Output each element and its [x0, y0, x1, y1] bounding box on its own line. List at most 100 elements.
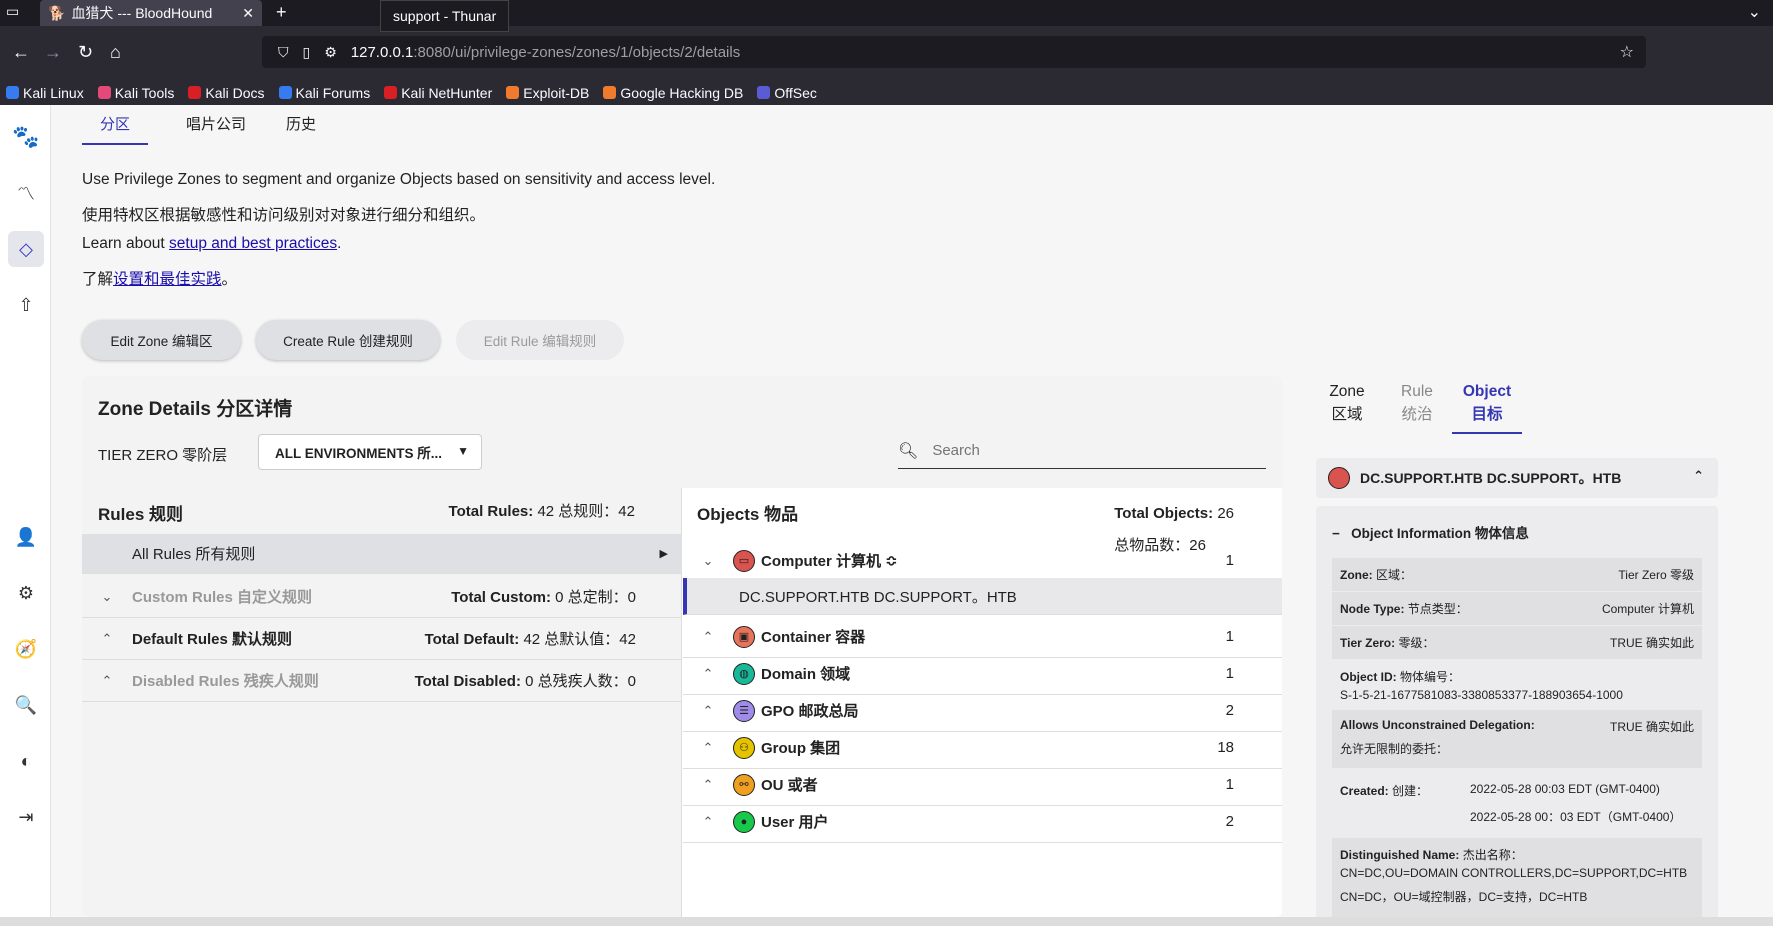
bloodhound-logo-icon[interactable]: 🐾 [8, 119, 44, 155]
tab-history[interactable]: 历史 [284, 105, 318, 145]
list-all-tabs-icon[interactable]: ▭ [6, 3, 19, 20]
bookmark-favicon-icon [506, 86, 520, 99]
selected-object-row[interactable]: DC.SUPPORT.HTB DC.SUPPORT。HTB [683, 578, 1282, 615]
object-type-row[interactable]: ⌃ ☰ GPO 邮政总局 2 [683, 690, 1282, 732]
all-rules-row[interactable]: All Rules 所有规则 ▶ [82, 534, 682, 574]
object-type-row[interactable]: ⌃ ◍ Domain 领域 1 [683, 653, 1282, 695]
environment-select[interactable]: ALL ENVIRONMENTS 所... ▼ [258, 434, 482, 470]
browser-tab-bar: ▭ 🐕 血猎犬 --- BloodHound ✕ + ⌄ [0, 0, 1773, 26]
chevron-up-icon[interactable]: ⌃ [82, 673, 132, 689]
compass-icon[interactable]: 🧭 [8, 631, 44, 667]
create-rule-button[interactable]: Create Rule 创建规则 [256, 320, 440, 360]
edit-zone-button[interactable]: Edit Zone 编辑区 [82, 320, 241, 360]
setup-best-practices-link[interactable]: setup and best practices [169, 235, 337, 252]
profile-icon[interactable]: 👤 [8, 519, 44, 555]
bookmark-item[interactable]: Kali Forums [278, 85, 370, 101]
bookmark-item[interactable]: Kali Docs [188, 85, 265, 101]
back-arrow-icon[interactable]: ← [12, 42, 30, 63]
bookmark-item[interactable]: Google Hacking DB [603, 85, 743, 101]
learn-about-prefix: Learn about [82, 235, 170, 252]
chevron-up-icon[interactable]: ⌃ [683, 814, 733, 830]
rules-panel: Rules 规则 Total Rules: 42 总规则：42 All Rule… [82, 488, 682, 917]
search-icon: 🔍︎ [898, 442, 919, 460]
bookmark-item[interactable]: Kali Tools [97, 85, 174, 101]
window-tooltip: support - Thunar [380, 0, 510, 32]
learn-about-cn: 了解设置和最佳实践。 [82, 267, 237, 289]
setup-best-practices-link-cn[interactable]: 设置和最佳实践 [113, 271, 222, 288]
reload-icon[interactable]: ↻ [78, 42, 93, 63]
search-input[interactable] [932, 442, 1233, 459]
object-information-header[interactable]: − Object Information 物体信息 [1332, 522, 1529, 542]
upload-icon[interactable]: ⇧ [8, 287, 44, 323]
privilege-zones-gem-icon[interactable]: ◇ [8, 231, 44, 267]
forward-arrow-icon[interactable]: → [44, 42, 62, 63]
selected-object-header[interactable]: DC.SUPPORT.HTB DC.SUPPORT。HTB ⌃ [1316, 458, 1718, 498]
learn-about-en: Learn about setup and best practices. [82, 235, 341, 253]
tab-labels[interactable]: 唱片公司 [184, 105, 248, 145]
bookmark-item[interactable]: OffSec [757, 85, 817, 101]
custom-rules-row[interactable]: ⌄ Custom Rules 自定义规则 Total Custom: 0 总定制… [82, 576, 682, 618]
browser-tab-active[interactable]: 🐕 血猎犬 --- BloodHound ✕ [40, 0, 262, 26]
chevron-down-icon[interactable]: ⌄ [1748, 2, 1761, 22]
zone-key-cn: 区域： [1376, 568, 1413, 582]
user-settings-icon[interactable]: ⚙ [8, 575, 44, 611]
close-tab-icon[interactable]: ✕ [242, 5, 254, 22]
object-id-key: Object ID: [1340, 670, 1397, 684]
home-icon[interactable]: ⌂ [110, 42, 121, 63]
tab-rule[interactable]: Rule 统治 [1382, 380, 1452, 434]
disabled-count-value: 0 总残疾人数：0 [525, 673, 636, 690]
chevron-up-icon[interactable]: ⌃ [683, 629, 733, 645]
chevron-up-icon[interactable]: ⌃ [683, 666, 733, 682]
object-type-count: 18 [1217, 739, 1234, 756]
tab-zone[interactable]: Zone 区域 [1312, 380, 1382, 434]
edit-rule-button[interactable]: Edit Rule 编辑规则 [456, 320, 624, 360]
bookmark-favicon-icon [188, 86, 202, 99]
object-type-row[interactable]: ⌃ ⚯ OU 或者 1 [683, 764, 1282, 806]
bookmark-favicon-icon [278, 86, 292, 99]
bookmark-item[interactable]: Kali NetHunter [384, 85, 492, 101]
tier-zero-field: Tier Zero: 零级： TRUE 确实如此 [1332, 626, 1702, 659]
collapse-up-icon[interactable]: ⌃ [1693, 468, 1704, 484]
custom-count-value: 0 总定制：0 [555, 589, 636, 606]
object-type-count: 2 [1225, 702, 1234, 719]
bookmark-label: Kali NetHunter [401, 84, 493, 101]
search-doc-icon[interactable]: 🔍 [8, 687, 44, 723]
tab-object[interactable]: Object 目标 [1452, 380, 1522, 434]
tab-zones[interactable]: 分区 [82, 105, 149, 145]
rules-total-label: Total Rules: [448, 503, 534, 520]
chevron-down-icon[interactable]: ⌄ [683, 553, 733, 569]
shield-icon[interactable]: ⛉ [278, 44, 289, 61]
tier-zero-key-cn: 零级： [1398, 636, 1435, 650]
disabled-rules-row[interactable]: ⌃ Disabled Rules 残疾人规则 Total Disabled: 0… [82, 660, 682, 702]
object-search[interactable]: 🔍︎ [898, 433, 1266, 469]
logout-icon[interactable]: ⇥ [8, 799, 44, 835]
chevron-up-icon[interactable]: ⌃ [82, 631, 132, 647]
app-sidebar: 🐾 〽 ◇ ⇧ 👤 ⚙ 🧭 🔍 ◐ ⇥ [0, 105, 51, 917]
url-bar[interactable]: ⛉ ▯ ⚙ 127.0.0.1:8080/ui/privilege-zones/… [262, 36, 1646, 68]
org-icon: ⚯ [733, 773, 755, 796]
chevron-up-icon[interactable]: ⌃ [683, 703, 733, 719]
bookmark-favicon-icon [757, 86, 771, 99]
bookmark-star-icon[interactable]: ☆ [1620, 42, 1634, 62]
object-type-row[interactable]: ⌃ ⚇ Group 集团 18 [683, 727, 1282, 769]
default-rules-row[interactable]: ⌃ Default Rules 默认规则 Total Default: 42 总… [82, 618, 682, 660]
computer-icon [1328, 467, 1350, 489]
dark-mode-icon[interactable]: ◐ [8, 743, 44, 779]
permissions-icon[interactable]: ⚙ [324, 44, 337, 61]
chevron-up-icon[interactable]: ⌃ [683, 777, 733, 793]
bookmark-item[interactable]: Kali Linux [6, 85, 84, 101]
object-type-row[interactable]: ⌃ ▣ Container 容器 1 [683, 616, 1282, 658]
bookmark-favicon-icon [97, 86, 111, 99]
object-type-row[interactable]: ⌃ ● User 用户 2 [683, 801, 1282, 843]
chevron-down-icon[interactable]: ⌄ [82, 589, 132, 605]
new-tab-icon[interactable]: + [276, 2, 287, 23]
object-type-count: 1 [1225, 665, 1234, 682]
object-type-row[interactable]: ⌄ ▭ Computer 计算机 ≎ 1 [683, 540, 1282, 582]
object-type-label: Domain 领域 [761, 666, 851, 683]
tab-zone-cn: 区域 [1331, 406, 1363, 423]
rules-total: Total Rules: 42 总规则：42 [449, 500, 635, 521]
bookmark-item[interactable]: Exploit-DB [506, 85, 589, 101]
caret-right-icon: ▶ [659, 548, 668, 560]
explore-graph-icon[interactable]: 〽 [8, 175, 44, 211]
chevron-up-icon[interactable]: ⌃ [683, 740, 733, 756]
